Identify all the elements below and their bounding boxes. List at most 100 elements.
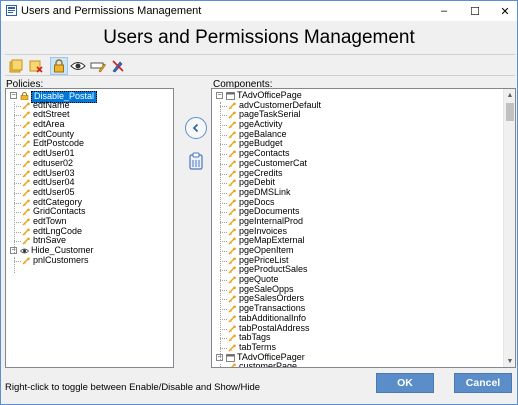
cancel-button[interactable]: Cancel — [454, 373, 512, 393]
tree-leaf-node[interactable]: edtCounty — [6, 129, 173, 140]
key-icon — [228, 295, 236, 303]
tree-leaf-node[interactable]: pnlCustomers — [6, 255, 173, 266]
key-icon — [228, 131, 236, 139]
tree-connector — [220, 221, 227, 223]
tree-leaf-node[interactable]: edtCategory — [6, 197, 173, 208]
tree-leaf-node[interactable]: edtuser02 — [6, 158, 173, 169]
key-icon — [228, 208, 236, 216]
tree-connector — [220, 347, 227, 349]
tree-connector — [220, 363, 221, 367]
tree-expander-icon[interactable]: − — [216, 92, 223, 99]
maximize-button[interactable]: ☐ — [460, 1, 490, 21]
tree-connector — [220, 144, 227, 146]
eye-icon — [70, 62, 86, 70]
key-icon — [228, 305, 236, 313]
tree-connector — [14, 115, 21, 117]
key-icon — [228, 228, 236, 236]
tree-leaf-node[interactable]: edtLngCode — [6, 226, 173, 237]
tree-leaf-node[interactable]: EdtPostcode — [6, 139, 173, 149]
tree-leaf-node[interactable]: edtUser03 — [6, 168, 173, 179]
key-icon — [22, 208, 30, 216]
tree-leaf-node[interactable]: edtUser05 — [6, 187, 173, 198]
tree-leaf-node[interactable]: edtStreet — [6, 110, 173, 120]
tree-connector — [14, 241, 21, 243]
tree-connector — [14, 125, 21, 127]
key-icon — [22, 131, 30, 139]
arrow-left-circle-icon — [192, 123, 199, 133]
tree-connector — [220, 154, 227, 156]
key-icon — [228, 315, 236, 323]
tree-connector — [220, 260, 227, 262]
tree-leaf-node[interactable]: customerPage — [212, 362, 515, 367]
add-policy-button[interactable] — [7, 57, 25, 75]
key-icon — [228, 257, 236, 265]
tree-group-node[interactable]: − Disable_Postal — [6, 91, 173, 103]
tree-connector — [220, 105, 227, 107]
tree-leaf-node[interactable]: edtUser04 — [6, 177, 173, 188]
rename-button[interactable] — [89, 57, 107, 75]
key-icon — [231, 363, 236, 367]
key-icon — [22, 140, 30, 148]
tree-connector — [14, 173, 21, 175]
components-tree[interactable]: − TAdvOfficePage advCustomerDefault pageTas… — [211, 88, 516, 368]
tree-connector — [220, 163, 227, 165]
tree-connector — [14, 163, 21, 165]
key-icon — [228, 199, 236, 207]
delete-policy-button[interactable] — [27, 57, 45, 75]
status-hint: Right-click to toggle between Enable/Dis… — [5, 382, 261, 393]
tree-leaf-node[interactable]: edtName — [6, 100, 173, 111]
tree-connector — [220, 231, 227, 233]
scroll-down-icon[interactable]: ▼ — [504, 355, 515, 367]
close-button[interactable]: ✕ — [490, 1, 518, 21]
tree-connector — [220, 251, 227, 252]
clipboard-button[interactable] — [188, 151, 204, 171]
key-icon — [228, 344, 236, 352]
key-icon — [228, 237, 236, 245]
scroll-thumb[interactable] — [506, 103, 514, 121]
key-icon — [22, 228, 30, 236]
tree-leaf-node[interactable]: edtUser01 — [6, 148, 173, 159]
ok-button[interactable]: OK — [376, 373, 434, 393]
add-policy-icon — [9, 59, 23, 73]
lock-icon — [54, 59, 64, 73]
key-icon — [22, 150, 30, 158]
key-icon — [228, 276, 236, 284]
tree-leaf-node[interactable]: edtArea — [6, 119, 173, 130]
key-icon — [22, 170, 30, 177]
move-left-button[interactable] — [185, 117, 207, 139]
policies-tree[interactable]: − Disable_Postal edtName edtStreet edtArea ed… — [5, 88, 174, 368]
tree-connector — [220, 289, 227, 291]
key-icon — [228, 102, 236, 110]
key-icon — [228, 325, 236, 332]
tree-connector — [220, 202, 227, 204]
disable-button[interactable] — [109, 57, 127, 75]
minimize-button[interactable]: – — [429, 1, 459, 21]
delete-policy-icon — [29, 60, 43, 73]
key-icon — [228, 160, 236, 168]
tree-connector — [14, 202, 21, 204]
components-scrollbar[interactable]: ▲ ▼ — [503, 89, 515, 367]
tree-leaf-node[interactable]: edtTown — [6, 216, 173, 227]
tree-connector — [220, 102, 221, 360]
show-hide-button[interactable] — [69, 57, 87, 75]
key-icon — [228, 140, 236, 148]
tree-connector — [220, 125, 227, 127]
pen-disable-icon — [112, 60, 124, 73]
tree-leaf-node[interactable]: GridContacts — [6, 207, 173, 217]
key-icon — [228, 150, 236, 158]
tree-expander-icon[interactable]: − — [10, 92, 17, 99]
clipboard-icon — [189, 152, 203, 170]
lock-button[interactable] — [50, 57, 68, 75]
tree-connector — [14, 212, 21, 214]
key-icon — [228, 121, 236, 129]
tree-connector — [14, 221, 21, 223]
tree-connector — [220, 183, 227, 185]
key-icon — [22, 237, 30, 245]
tree-connector — [14, 102, 15, 254]
tree-connector — [14, 183, 21, 185]
tree-group-node[interactable]: − Hide_Customer — [6, 245, 173, 256]
key-icon — [22, 199, 30, 207]
scroll-up-icon[interactable]: ▲ — [504, 89, 515, 101]
key-icon — [228, 286, 236, 294]
tree-connector — [14, 192, 21, 194]
